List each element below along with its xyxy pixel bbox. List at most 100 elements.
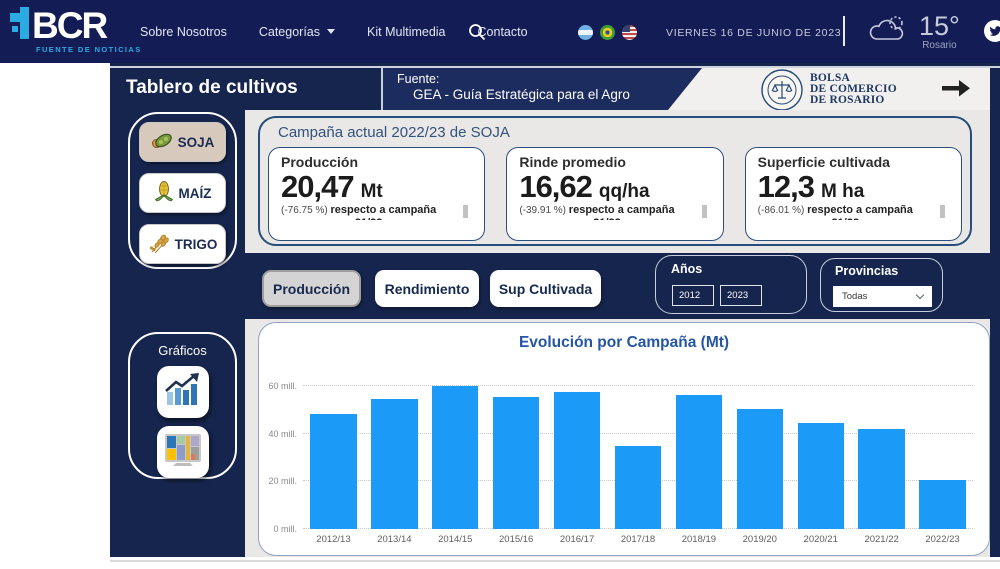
bar-2013/14[interactable] [371, 399, 417, 529]
x-axis-label: 2013/14 [364, 534, 425, 545]
kpi-delta-note2: 21/22 [281, 217, 456, 220]
kpi-delta-note: respecto a campaña [807, 204, 913, 216]
kpi-card-produccion: Producción 20,47 Mt (-76.75 %) respecto … [268, 147, 485, 241]
y-axis-tick-label: 60 mill. [268, 381, 297, 391]
nav-item-label: Sobre Nosotros [140, 25, 227, 39]
year-to-input[interactable] [720, 285, 762, 306]
years-label: Años [671, 262, 806, 276]
x-axis-label: 2016/17 [547, 534, 608, 545]
bar-2018/19[interactable] [676, 395, 722, 529]
nav-item-sobre-nosotros[interactable]: Sobre Nosotros [140, 25, 227, 39]
bcr-logo[interactable]: BCR FUENTE DE NOTICIAS [10, 7, 142, 54]
org-line: DE ROSARIO [810, 95, 897, 106]
source-label: Fuente: [397, 72, 700, 86]
chevron-down-icon [916, 291, 924, 299]
bar-slot [547, 372, 608, 529]
weather-city: Rosario [919, 40, 960, 51]
bar-slot [303, 372, 364, 529]
x-axis-label: 2022/23 [912, 534, 973, 545]
card-scrollbar[interactable] [940, 205, 945, 218]
campaign-title: Campaña actual 2022/23 de SOJA [278, 124, 970, 141]
cloud-icon [866, 13, 910, 50]
current-date: VIERNES 16 DE JUNIO DE 2023 [666, 27, 841, 39]
nav-item-kit-multimedia[interactable]: Kit Multimedia [367, 25, 446, 39]
kpi-label: Superficie cultivada [758, 154, 949, 170]
treemap-icon [164, 433, 202, 472]
kpi-label: Producción [281, 154, 472, 170]
nav-item-categorias[interactable]: Categorías [259, 25, 335, 39]
treemap-view-button[interactable] [157, 426, 209, 478]
kpi-label: Rinde promedio [519, 154, 710, 170]
kpi-delta-note2: 21/22 [519, 217, 694, 220]
evolution-chart-panel: Evolución por Campaña (Mt) 0 mill.20 mil… [258, 322, 990, 556]
crop-button-trigo[interactable]: TRIGO [139, 224, 226, 264]
x-axis-label: 2019/20 [729, 534, 790, 545]
dashboard-title: Tablero de cultivos [126, 77, 298, 99]
summary-area: Campaña actual 2022/23 de SOJA Producció… [245, 110, 990, 253]
page: BCR FUENTE DE NOTICIAS Sobre Nosotros Ca… [0, 0, 1000, 569]
x-axis-label: 2017/18 [608, 534, 669, 545]
top-navbar: BCR FUENTE DE NOTICIAS Sobre Nosotros Ca… [0, 0, 1000, 63]
bar-2019/20[interactable] [737, 409, 783, 529]
provinces-label: Provincias [835, 264, 942, 278]
page-bottom-divider [110, 560, 1000, 562]
crop-label: MAÍZ [179, 186, 212, 201]
provinces-dropdown[interactable]: Todas [833, 286, 932, 307]
card-scrollbar[interactable] [702, 205, 707, 218]
wheat-icon [148, 232, 170, 257]
tab-label: Producción [273, 281, 350, 297]
bar-slot [912, 372, 973, 529]
y-axis-tick-label: 40 mill. [268, 429, 297, 439]
kpi-unit: M ha [821, 181, 864, 203]
kpi-delta: (-76.75 %) respecto a campaña 21/22 [281, 204, 472, 220]
kpi-delta: (-86.01 %) respecto a campaña 21/22 [758, 204, 949, 220]
source-value: GEA - Guía Estratégica para el Agro [413, 87, 700, 102]
argentina-flag-icon[interactable] [578, 25, 593, 40]
bar-2015/16[interactable] [493, 397, 539, 529]
bar-2021/22[interactable] [858, 429, 904, 529]
chart-bars [303, 372, 973, 529]
language-flags [578, 25, 637, 40]
kpi-delta-pct: (-76.75 %) [281, 205, 328, 216]
tab-sup-cultivada[interactable]: Sup Cultivada [490, 270, 601, 307]
crop-button-soja[interactable]: SOJA [139, 122, 226, 162]
bar-2016/17[interactable] [554, 392, 600, 529]
graphs-panel: Gráficos [128, 332, 237, 479]
y-axis-tick-label: 0 mill. [273, 524, 297, 534]
year-from-input[interactable] [672, 285, 714, 306]
bar-slot [729, 372, 790, 529]
kpi-delta-note: respecto a campaña [330, 204, 436, 216]
bar-slot [668, 372, 729, 529]
weather-widget: 15° Rosario [866, 13, 960, 51]
bar-chart-view-button[interactable] [157, 366, 209, 418]
bar-2022/23[interactable] [919, 480, 965, 529]
bar-2014/15[interactable] [432, 386, 478, 529]
kpi-delta-note2: 21/22 [758, 217, 933, 220]
tab-rendimiento[interactable]: Rendimiento [375, 270, 479, 307]
crop-label: SOJA [178, 135, 215, 150]
kpi-card-rinde: Rinde promedio 16,62 qq/ha (-39.91 %) re… [506, 147, 723, 241]
usa-flag-icon[interactable] [622, 25, 637, 40]
bar-slot [608, 372, 669, 529]
bar-2017/18[interactable] [615, 446, 661, 529]
kpi-delta-pct: (-86.01 %) [758, 205, 805, 216]
kpi-unit: Mt [361, 181, 383, 203]
tab-produccion[interactable]: Producción [262, 270, 361, 307]
crop-button-maiz[interactable]: MAÍZ [139, 173, 226, 213]
bar-slot [486, 372, 547, 529]
brazil-flag-icon[interactable] [600, 25, 615, 40]
bar-chart-icon [164, 372, 202, 413]
kpi-delta: (-39.91 %) respecto a campaña 21/22 [519, 204, 710, 220]
twitter-icon[interactable] [984, 20, 1000, 42]
card-scrollbar[interactable] [463, 205, 468, 218]
soybean-icon [151, 131, 173, 154]
source-band: Fuente: GEA - Guía Estratégica para el A… [383, 68, 700, 110]
bar-2012/13[interactable] [310, 414, 356, 529]
tab-label: Sup Cultivada [499, 281, 592, 297]
bar-2020/21[interactable] [798, 423, 844, 529]
years-filter: Años [655, 255, 807, 314]
crop-label: TRIGO [175, 237, 218, 252]
chart-title: Evolución por Campaña (Mt) [259, 334, 989, 352]
next-page-arrow-button[interactable] [940, 77, 972, 104]
search-icon[interactable] [468, 23, 486, 46]
